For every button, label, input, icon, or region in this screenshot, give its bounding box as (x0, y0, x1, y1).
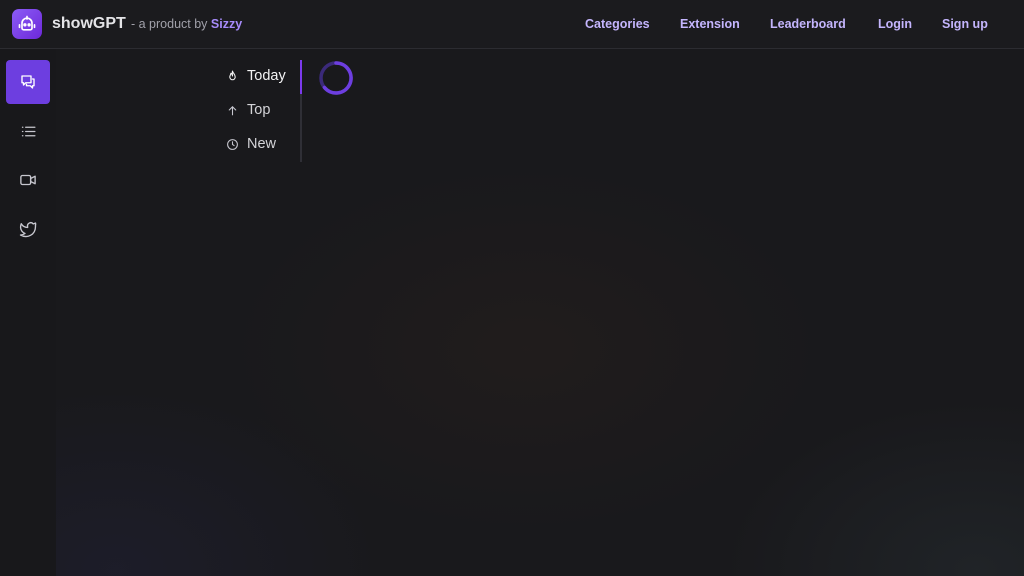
nav-sign-up[interactable]: Sign up (942, 17, 988, 31)
video-icon (20, 174, 36, 186)
clock-icon (227, 138, 238, 150)
arrow-up-icon (228, 105, 237, 115)
sidebar-item-discussions[interactable] (6, 60, 50, 104)
flame-icon (229, 70, 236, 80)
sidebar (0, 49, 56, 576)
sidebar-item-video[interactable] (6, 158, 50, 202)
filter-new[interactable]: New (226, 136, 276, 152)
filter-label: Top (247, 102, 271, 118)
logo[interactable] (12, 9, 42, 39)
sidebar-item-list[interactable] (6, 109, 50, 153)
twitter-icon (19, 222, 37, 238)
active-filter-indicator (300, 60, 302, 94)
nav-leaderboard[interactable]: Leaderboard (770, 17, 846, 31)
main-content (56, 49, 1024, 576)
tagline: - a product by Sizzy (131, 17, 242, 31)
chat-bubbles-icon (21, 75, 35, 89)
nav-login[interactable]: Login (878, 17, 912, 31)
filter-top[interactable]: Top (226, 102, 270, 118)
sidebar-item-twitter[interactable] (6, 207, 50, 251)
loading-spinner-icon (319, 61, 353, 95)
filter-label: New (247, 136, 277, 152)
robot-icon (18, 15, 36, 31)
list-icon (21, 126, 36, 136)
nav-categories[interactable]: Categories (585, 17, 650, 31)
sizzy-link[interactable]: Sizzy (211, 17, 242, 31)
brand-name[interactable]: showGPT (52, 15, 126, 33)
tagline-prefix: - a product by (131, 17, 208, 31)
filter-label: Today (247, 68, 286, 84)
top-bar: showGPT - a product by Sizzy Categories … (0, 0, 1024, 49)
nav-extension[interactable]: Extension (680, 17, 740, 31)
filter-today[interactable]: Today (226, 68, 286, 84)
